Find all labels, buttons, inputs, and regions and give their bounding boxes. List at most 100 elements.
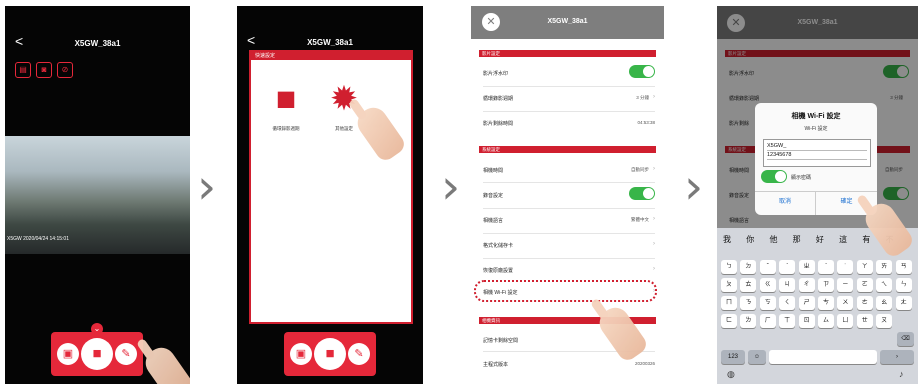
wrench-icon[interactable]: ✎	[115, 343, 137, 365]
step-arrow-2: ›	[441, 159, 461, 215]
emoji-icon[interactable]: ☺	[748, 350, 766, 364]
key[interactable]: ㄝ	[856, 314, 873, 328]
row-format-card[interactable]: 格式化儲存卡 ›	[483, 241, 655, 249]
row-audio[interactable]: 錄音設定	[483, 187, 655, 200]
camera-title: X5GW_38a1	[547, 18, 588, 25]
video-camera-icon[interactable]: ■	[314, 338, 346, 370]
key[interactable]: ㄟ	[876, 278, 893, 292]
wifi-credentials-input[interactable]: X5GW_ 12345678	[763, 139, 871, 167]
key[interactable]: ㄌ	[740, 314, 757, 328]
row-camera-time[interactable]: 相機時間 自動同步 ›	[483, 166, 655, 174]
key[interactable]: ㄖ	[798, 314, 815, 328]
divider	[483, 86, 655, 87]
row-watermark[interactable]: 影片浮水印	[483, 65, 655, 78]
space-key[interactable]	[769, 350, 877, 364]
key[interactable]: ㄜ	[856, 296, 873, 310]
divider	[483, 233, 655, 234]
key[interactable]: ㄩ	[837, 314, 854, 328]
section-video: 影片設定	[479, 50, 656, 57]
key[interactable]: ㄗ	[818, 278, 834, 292]
key[interactable]: ㄧ	[837, 278, 854, 292]
key[interactable]: ㄓ	[798, 260, 815, 274]
key[interactable]: ㄅ	[721, 260, 737, 274]
row-factory-reset[interactable]: 恢復原廠設置 ›	[483, 266, 655, 274]
camera-icon[interactable]: ◙	[36, 62, 52, 78]
key[interactable]: ㄒ	[779, 314, 796, 328]
tap-hand-icon	[140, 342, 190, 384]
gallery-icon[interactable]: ▣	[290, 343, 312, 365]
key[interactable]: ㄞ	[876, 260, 893, 274]
key[interactable]: ㄎ	[759, 296, 776, 310]
key[interactable]: ㄍ	[759, 278, 776, 292]
camera-title: X5GW_38a1	[74, 39, 121, 48]
wrench-icon[interactable]: ✎	[348, 343, 370, 365]
key[interactable]: ㄚ	[856, 260, 873, 274]
key[interactable]: ㄋ	[740, 296, 757, 310]
key[interactable]: ㄈ	[721, 314, 737, 328]
toggle-switch[interactable]	[629, 65, 655, 78]
step-arrow-1: ›	[197, 159, 217, 215]
section-system: 系統設定	[479, 146, 656, 153]
key[interactable]: ㄏ	[759, 314, 776, 328]
tile-loop-recording[interactable]: ■ 循環錄影週期	[263, 76, 309, 132]
divider	[483, 182, 655, 183]
key[interactable]: ㄣ	[895, 278, 912, 292]
panel-header: 快速設定	[251, 52, 411, 60]
divider	[483, 208, 655, 209]
key[interactable]: ˋ	[779, 260, 796, 274]
cancel-button[interactable]: 取消	[755, 191, 816, 215]
key[interactable]: ㄊ	[740, 278, 757, 292]
key[interactable]: ㄇ	[721, 296, 737, 310]
key[interactable]: ㄡ	[876, 314, 893, 328]
gallery-icon[interactable]: ▣	[57, 343, 79, 365]
phone-wifi-dialog: ✕ X5GW_38a1 影片設定 影片浮水印 循環錄影週期 3 分鐘 影片剩餘 系…	[717, 6, 918, 384]
key[interactable]: ㄠ	[876, 296, 893, 310]
mic-icon[interactable]: ♪	[899, 369, 904, 379]
toggle-switch[interactable]	[629, 187, 655, 200]
key[interactable]: ㄤ	[895, 296, 912, 310]
globe-icon[interactable]: ◍	[727, 369, 735, 380]
chevron-down-icon[interactable]: ⌄	[91, 323, 103, 335]
password-field[interactable]: 12345678	[767, 151, 867, 160]
backspace-icon[interactable]: ⌫	[897, 332, 914, 346]
key[interactable]: ㄨ	[837, 296, 854, 310]
key[interactable]: ㄐ	[779, 278, 796, 292]
key[interactable]: ㄑ	[779, 296, 796, 310]
key[interactable]: ㄉ	[740, 260, 757, 274]
row-remaining-time: 影片剩餘時間 04:53:38	[483, 120, 655, 127]
key[interactable]: ㄙ	[818, 314, 834, 328]
row-language[interactable]: 相機語言 繁體中文 ›	[483, 216, 655, 224]
key[interactable]: ㄆ	[721, 278, 737, 292]
show-password-label: 顯示密碼	[791, 175, 812, 181]
key[interactable]: ㄢ	[895, 260, 912, 274]
camera-title: X5GW_38a1	[307, 38, 353, 47]
show-password-toggle[interactable]	[761, 170, 787, 183]
dialog-title: 相機 Wi-Fi 設定	[791, 113, 841, 120]
highlight-wifi-row	[474, 280, 657, 302]
row-loop-cycle[interactable]: 循環錄影週期 3 分鐘 ›	[483, 94, 655, 102]
video-camera-icon: ■	[275, 80, 297, 118]
divider	[483, 258, 655, 259]
sd-card-icon[interactable]: ▤	[15, 62, 31, 78]
key[interactable]: ㄔ	[798, 278, 815, 292]
mic-off-icon[interactable]: ⊘	[57, 62, 73, 78]
tap-hand-icon	[594, 302, 650, 364]
key[interactable]: ㄛ	[856, 278, 873, 292]
quick-settings-panel: 快速設定 ■ 循環錄影週期 ✹ 其他設定	[249, 50, 413, 324]
key[interactable]: ㄘ	[818, 296, 834, 310]
numbers-key[interactable]: 123	[721, 350, 745, 364]
phone-live-view: < X5GW_38a1 ▤ ◙ ⊘ X5GW 2020/04/24 14:15:…	[5, 6, 190, 384]
settings-header: ✕ X5GW_38a1	[471, 6, 664, 39]
key[interactable]: ˙	[837, 260, 854, 274]
key[interactable]: ˇ	[759, 260, 776, 274]
return-icon[interactable]: ›	[880, 350, 914, 364]
divider	[483, 111, 655, 112]
row-firmware: 主程式版本 20200326	[483, 361, 655, 368]
candidate-bar[interactable]: 我 你 他 那 好 這 有 不	[723, 234, 899, 245]
video-camera-icon[interactable]: ■	[81, 338, 113, 370]
key[interactable]: ˊ	[818, 260, 834, 274]
ssid-field[interactable]: X5GW_	[767, 142, 867, 151]
function-dock: ⌄ ▣ ■ ✎	[51, 323, 143, 376]
key[interactable]: ㄕ	[798, 296, 815, 310]
tile-label: 循環錄影週期	[272, 126, 300, 131]
